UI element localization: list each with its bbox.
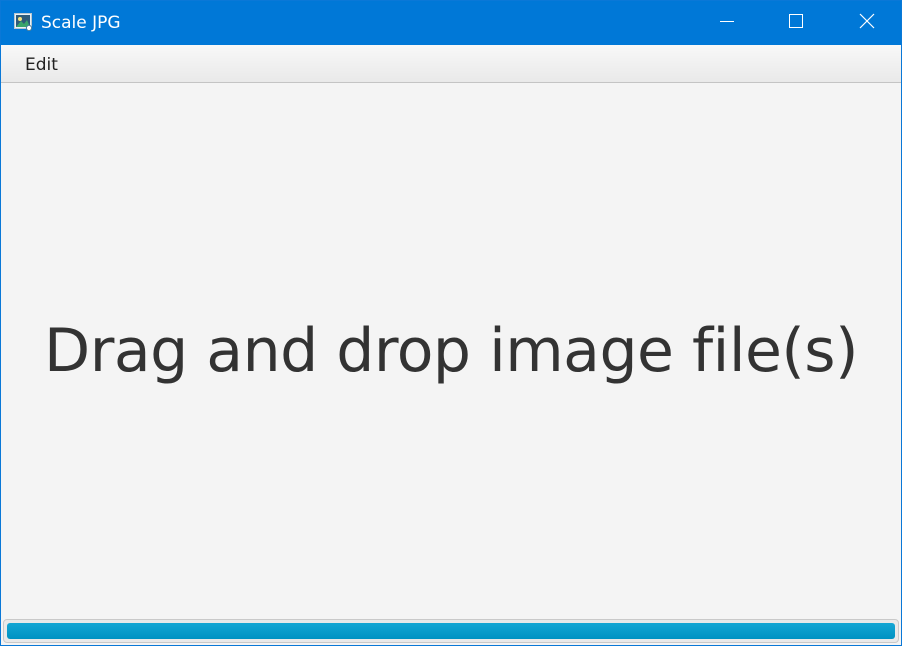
progress-bar xyxy=(3,619,899,643)
window-title: Scale JPG xyxy=(41,13,121,33)
menu-bar: Edit xyxy=(1,45,901,83)
close-button[interactable] xyxy=(844,1,890,45)
menu-edit[interactable]: Edit xyxy=(13,51,70,79)
minimize-icon xyxy=(719,13,735,34)
close-icon xyxy=(859,13,875,34)
drop-prompt: Drag and drop image file(s) xyxy=(44,316,858,386)
image-app-icon xyxy=(14,13,33,32)
maximize-button[interactable] xyxy=(773,1,819,45)
maximize-icon xyxy=(788,13,804,34)
app-window: Scale JPG Edit Drag and drop image file(… xyxy=(0,0,902,646)
minimize-button[interactable] xyxy=(704,1,750,45)
title-bar[interactable]: Scale JPG xyxy=(1,1,901,45)
drop-zone[interactable]: Drag and drop image file(s) xyxy=(1,83,901,619)
progress-fill xyxy=(7,623,895,639)
